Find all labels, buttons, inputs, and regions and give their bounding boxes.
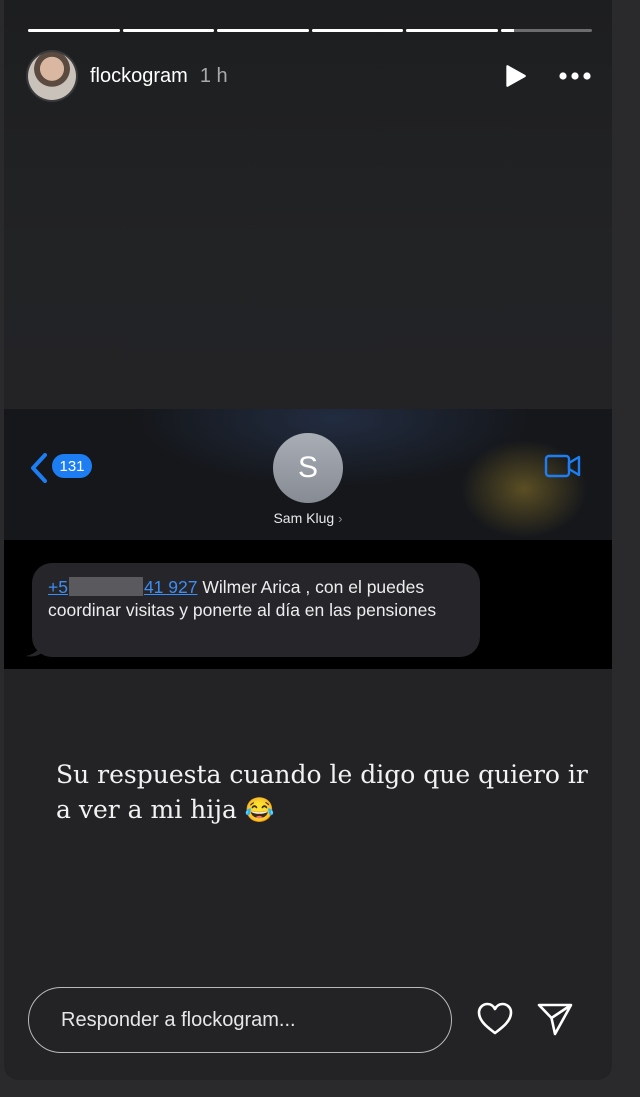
send-icon[interactable] (536, 1001, 574, 1037)
video-camera-icon (544, 454, 581, 478)
story-header: flockogram 1 h (28, 51, 592, 101)
unread-count-badge: 131 (52, 454, 92, 478)
more-icon[interactable] (558, 63, 592, 89)
avatar[interactable] (28, 52, 76, 100)
message-bubble: +5 41 927 Wilmer Arica , con el puedes co… (32, 563, 480, 657)
caption-text: Su respuesta cuando le digo que quiero i… (56, 760, 588, 824)
progress-segment (28, 29, 120, 32)
heart-icon[interactable] (476, 1001, 514, 1037)
progress-segment (500, 29, 592, 32)
username[interactable]: flockogram (90, 65, 188, 88)
progress-segment (406, 29, 498, 32)
redaction-block (68, 577, 143, 596)
reply-input[interactable]: Responder a flockogram... (28, 987, 452, 1053)
screenshot-header: 131 S Sam Klug › (4, 409, 612, 540)
phone-link: +5 41 927 (48, 577, 198, 597)
story-caption: Su respuesta cuando le digo que quiero i… (56, 757, 596, 828)
progress-segment (311, 29, 403, 32)
post-time: 1 h (199, 64, 228, 87)
laughing-emoji: 😂 (244, 796, 275, 824)
play-icon[interactable] (502, 63, 528, 89)
chevron-right-icon: › (338, 511, 343, 526)
progress-segment (217, 29, 309, 32)
reply-placeholder: Responder a flockogram... (61, 1008, 296, 1031)
story-progress-bar (28, 29, 592, 32)
chevron-left-icon (31, 453, 47, 483)
contact-name-row: Sam Klug › (4, 510, 612, 526)
story-viewer: flockogram 1 h 131 S Sam Klug › +5 41 92… (4, 0, 612, 1080)
contact-avatar: S (273, 433, 343, 503)
screenshot-messages: +5 41 927 Wilmer Arica , con el puedes co… (4, 540, 612, 669)
progress-segment (122, 29, 214, 32)
contact-name: Sam Klug (273, 510, 335, 526)
